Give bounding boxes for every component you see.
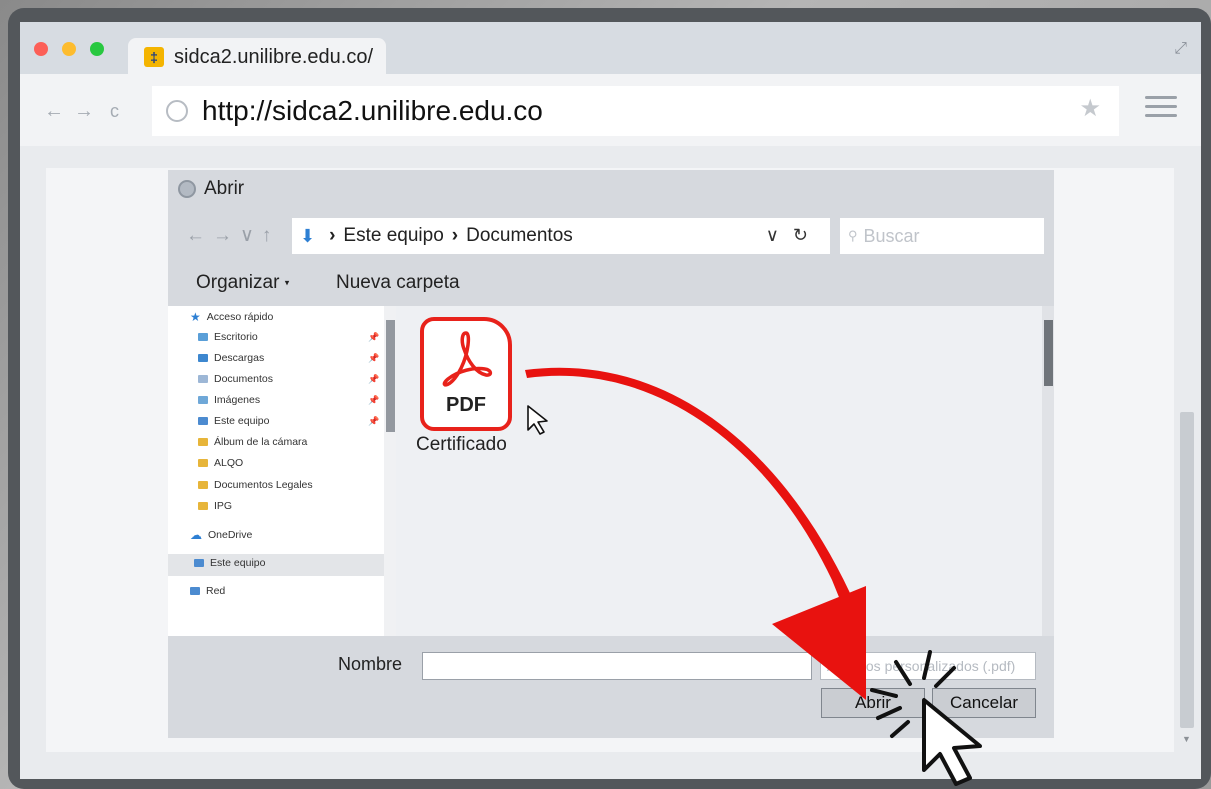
- dialog-nav-row: ←→∨↑ ⬇ › Este equipo › Documentos ∨↻ ⚲ B…: [168, 208, 1054, 264]
- nav-item-camera-roll[interactable]: Álbum de la cámara: [198, 436, 307, 448]
- nav-item-quick-access[interactable]: ★ Acceso rápido: [190, 310, 273, 324]
- star-icon: ★: [190, 310, 201, 324]
- nav-label: Escritorio: [214, 331, 258, 343]
- nav-item-ipg[interactable]: IPG: [198, 500, 232, 512]
- pin-icon: 📌: [368, 374, 380, 384]
- images-folder-icon: [198, 396, 208, 404]
- dialog-footer: Nombre Archivos personalizados (.pdf) Ab…: [168, 636, 1054, 738]
- search-placeholder: Buscar: [863, 225, 920, 246]
- nav-item-this-pc[interactable]: Este equipo: [194, 557, 265, 569]
- file-type-filter[interactable]: Archivos personalizados (.pdf): [820, 652, 1036, 680]
- new-folder-button[interactable]: Nueva carpeta: [336, 272, 460, 294]
- organize-button[interactable]: Organizar ▾: [196, 272, 289, 294]
- search-icon: ⚲: [848, 228, 858, 243]
- caret-down-icon: ▾: [284, 277, 290, 288]
- breadcrumb-documents[interactable]: Documentos: [466, 225, 573, 247]
- nav-label: Este equipo: [210, 557, 266, 569]
- star-icon[interactable]: ★: [1079, 94, 1101, 123]
- chrome-icon: [178, 180, 196, 198]
- maximize-window-button[interactable]: [90, 42, 104, 56]
- nav-item-desktop[interactable]: Escritorio: [198, 331, 258, 343]
- network-icon: [190, 587, 200, 595]
- folder-icon: [198, 481, 208, 489]
- nav-item-network[interactable]: Red: [190, 585, 225, 597]
- documents-folder-icon: [198, 375, 208, 383]
- pdf-badge: PDF: [446, 394, 486, 416]
- computer-icon: [194, 559, 204, 567]
- command-bar: Organizar ▾ Nueva carpeta: [168, 264, 1054, 306]
- globe-icon: [166, 100, 188, 122]
- open-file-dialog: Abrir ←→∨↑ ⬇ › Este equipo › Documentos …: [168, 170, 1054, 738]
- nav-item-legal-docs[interactable]: Documentos Legales: [198, 479, 313, 491]
- reload-icon[interactable]: c: [110, 101, 119, 122]
- address-bar[interactable]: http://sidca2.unilibre.edu.co ★: [152, 86, 1119, 136]
- folder-icon: [198, 438, 208, 446]
- computer-icon: [198, 417, 208, 425]
- file-list-scroll-thumb[interactable]: [1044, 320, 1053, 386]
- nav-label: Documentos: [214, 373, 273, 385]
- folder-icon: [198, 459, 208, 467]
- nav-item-alqo[interactable]: ALQO: [198, 457, 243, 469]
- title-bar: ‡ sidca2.unilibre.edu.co/ ⤢: [20, 22, 1201, 76]
- nav-item-this-pc-quick[interactable]: Este equipo: [198, 415, 269, 427]
- breadcrumb-this-pc[interactable]: Este equipo: [343, 225, 443, 247]
- dialog-title: Abrir: [204, 178, 245, 199]
- page-scrollbar[interactable]: [1180, 412, 1194, 728]
- minimize-window-button[interactable]: [62, 42, 76, 56]
- chevron-right-icon: ›: [451, 225, 459, 246]
- dialog-title-bar: Abrir: [168, 170, 1054, 208]
- nav-label: Álbum de la cámara: [214, 436, 308, 448]
- scroll-down-icon[interactable]: ▼: [1182, 734, 1191, 744]
- nav-pane-scroll-thumb[interactable]: [386, 320, 395, 432]
- back-icon[interactable]: ←: [44, 100, 64, 123]
- desktop-folder-icon: [198, 333, 208, 341]
- nav-label: Descargas: [214, 352, 265, 364]
- navigation-pane: ★ Acceso rápido Escritorio Descargas Docu…: [168, 306, 384, 636]
- nav-label: OneDrive: [208, 529, 253, 541]
- nav-item-onedrive[interactable]: ☁ OneDrive: [190, 528, 252, 542]
- nav-label: Imágenes: [214, 394, 261, 406]
- organize-label: Organizar: [196, 272, 280, 293]
- nav-label: Red: [206, 585, 226, 597]
- file-name-input[interactable]: [422, 652, 812, 680]
- file-name-field-label: Nombre: [338, 654, 403, 674]
- nav-label: Acceso rápido: [206, 311, 274, 323]
- pin-icon: 📌: [368, 395, 380, 405]
- path-breadcrumb[interactable]: ⬇ › Este equipo › Documentos ∨↻: [292, 218, 830, 254]
- nav-label: Documentos Legales: [214, 479, 313, 491]
- tab-title: sidca2.unilibre.edu.co/: [174, 45, 374, 68]
- nav-label: Este equipo: [214, 415, 270, 427]
- menu-icon[interactable]: [1145, 96, 1177, 123]
- nav-label: ALQO: [214, 457, 244, 469]
- search-input[interactable]: ⚲ Buscar: [840, 218, 1044, 254]
- chevron-right-icon: ›: [329, 225, 336, 246]
- acrobat-logo-icon: [442, 331, 493, 387]
- path-dropdown-refresh-icons[interactable]: ∨↻: [766, 225, 822, 246]
- browser-tab[interactable]: ‡ sidca2.unilibre.edu.co/: [128, 38, 386, 76]
- downloads-folder-icon: [198, 354, 208, 362]
- cloud-icon: ☁: [190, 528, 202, 542]
- folder-icon: [198, 502, 208, 510]
- site-favicon-icon: ‡: [144, 47, 164, 67]
- pin-icon: 📌: [368, 416, 380, 426]
- expand-icon[interactable]: ⤢: [1174, 40, 1187, 58]
- pdf-file-icon[interactable]: PDF: [420, 317, 512, 431]
- close-window-button[interactable]: [34, 42, 48, 56]
- forward-icon[interactable]: →: [74, 100, 94, 123]
- open-button[interactable]: Abrir: [821, 688, 925, 718]
- nav-label: IPG: [214, 500, 233, 512]
- cancel-button[interactable]: Cancelar: [932, 688, 1036, 718]
- download-arrow-icon: ⬇: [300, 225, 316, 246]
- dialog-nav-arrows-icon[interactable]: ←→∨↑: [186, 224, 279, 247]
- pin-icon: 📌: [368, 353, 380, 363]
- url-text: http://sidca2.unilibre.edu.co: [202, 95, 543, 126]
- file-name-label[interactable]: Certificado: [416, 434, 507, 456]
- browser-toolbar: ← → c http://sidca2.unilibre.edu.co ★: [20, 74, 1201, 146]
- nav-item-downloads[interactable]: Descargas: [198, 352, 264, 364]
- nav-item-images[interactable]: Imágenes: [198, 394, 260, 406]
- pin-icon: 📌: [368, 332, 380, 342]
- nav-item-documents[interactable]: Documentos: [198, 373, 273, 385]
